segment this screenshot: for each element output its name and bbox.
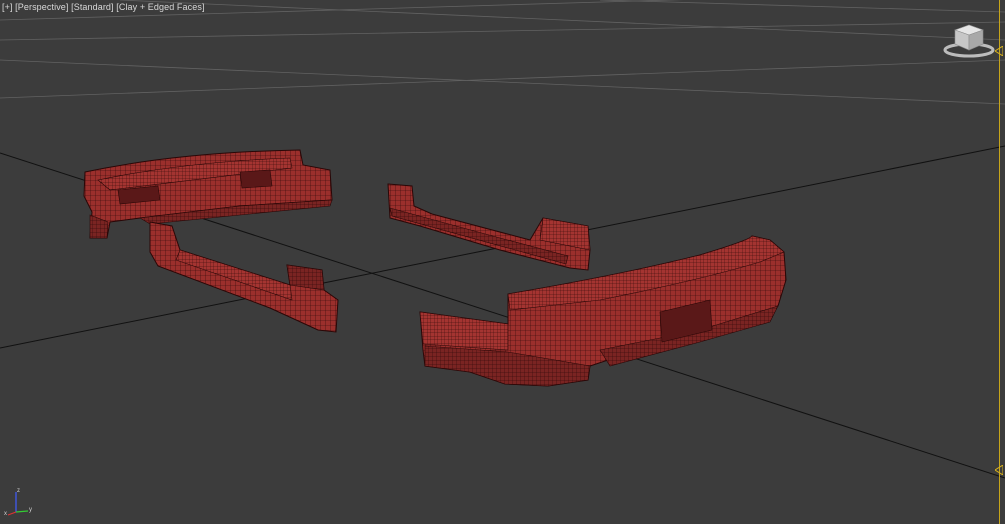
right-side-skirt-mesh[interactable] (387, 183, 591, 271)
axis-tripod: z x y (4, 486, 36, 518)
view-type-button[interactable]: [Perspective] (15, 2, 68, 12)
viewcube-icon[interactable] (943, 20, 997, 60)
viewport-menu-button[interactable]: [+] (2, 2, 13, 12)
timeline-marker-icon (995, 46, 1003, 56)
viewport-label: [+] [Perspective] [Standard] [Clay + Edg… (2, 2, 205, 12)
y-axis-icon (15, 510, 29, 513)
shading-standard-button[interactable]: [Standard] (71, 2, 114, 12)
scene-canvas[interactable] (0, 0, 1005, 524)
y-axis-label: y (29, 507, 32, 513)
viewport-active-border (999, 0, 1000, 524)
x-axis-label: x (4, 511, 7, 517)
left-side-skirt-mesh[interactable] (149, 221, 339, 333)
viewport-perspective[interactable]: [+] [Perspective] [Standard] [Clay + Edg… (0, 0, 1005, 524)
z-axis-label: z (17, 488, 20, 494)
x-axis-icon (7, 511, 17, 516)
display-mode-button[interactable]: [Clay + Edged Faces] (116, 2, 204, 12)
timeline-marker-icon (995, 465, 1003, 475)
grid-lines (0, 0, 1005, 105)
front-bumper-mesh[interactable] (83, 149, 333, 239)
rear-bumper-mesh[interactable] (419, 235, 787, 387)
